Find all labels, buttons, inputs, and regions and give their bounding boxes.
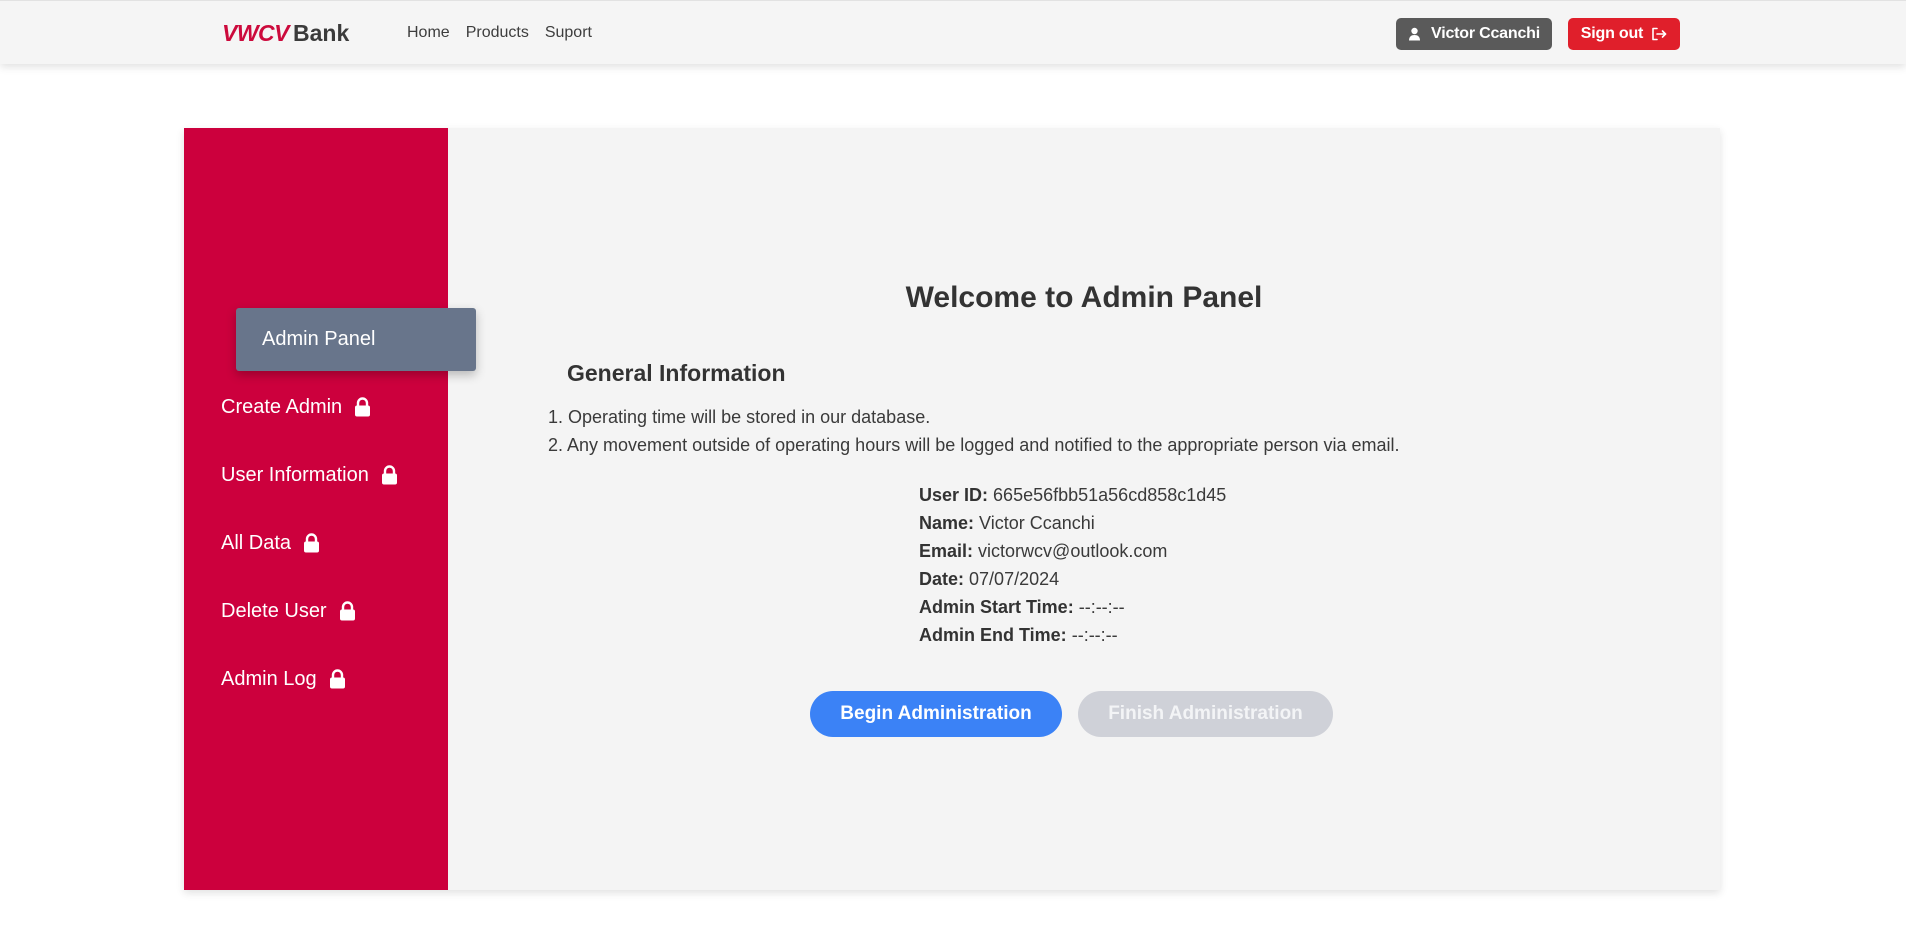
sign-out-button[interactable]: Sign out <box>1568 18 1680 50</box>
admin-panel-card: Admin Panel Create Admin User Informatio… <box>184 128 1720 890</box>
detail-row-email: Email: victorwcv@outlook.com <box>919 537 1226 565</box>
detail-value: 07/07/2024 <box>969 569 1060 589</box>
sidebar-item-label: All Data <box>221 531 292 554</box>
detail-row-admin-end-time: Admin End Time: --:--:-- <box>919 621 1226 649</box>
lock-icon <box>329 669 346 689</box>
detail-row-user-id: User ID: 665e56fbb51a56cd858c1d45 <box>919 481 1226 509</box>
user-profile-button[interactable]: Victor Ccanchi <box>1396 18 1552 50</box>
nav-link-suport[interactable]: Suport <box>545 23 592 43</box>
finish-administration-button: Finish Administration <box>1078 691 1333 737</box>
sidebar-item-user-information[interactable]: User Information <box>221 460 398 490</box>
begin-administration-button[interactable]: Begin Administration <box>810 691 1062 737</box>
detail-label: User ID: <box>919 485 989 505</box>
brand-mark: VWCV <box>222 20 290 46</box>
sidebar-item-label: Admin Log <box>221 667 317 690</box>
page-title: Welcome to Admin Panel <box>905 281 1263 314</box>
detail-row-name: Name: Victor Ccanchi <box>919 509 1226 537</box>
user-icon <box>1408 27 1421 41</box>
nav-links: Home Products Suport <box>407 23 592 43</box>
sidebar-item-label: Create Admin <box>221 395 343 418</box>
detail-value: --:--:-- <box>1078 597 1125 617</box>
top-navbar: VWCV Bank Home Products Suport Victor Cca… <box>0 0 1906 64</box>
sidebar-item-admin-log[interactable]: Admin Log <box>221 664 346 694</box>
sidebar: Admin Panel Create Admin User Informatio… <box>184 128 476 890</box>
detail-row-admin-start-time: Admin Start Time: --:--:-- <box>919 593 1226 621</box>
nav-link-home[interactable]: Home <box>407 23 450 43</box>
detail-value: victorwcv@outlook.com <box>978 541 1168 561</box>
section-title: General Information <box>567 360 786 386</box>
brand-logo[interactable]: VWCV Bank <box>222 19 349 47</box>
lock-icon <box>381 465 398 485</box>
sign-out-label: Sign out <box>1580 25 1644 42</box>
detail-row-date: Date: 07/07/2024 <box>919 565 1226 593</box>
lock-icon <box>354 397 371 417</box>
sidebar-item-admin-panel[interactable]: Admin Panel <box>236 308 476 371</box>
detail-label: Email: <box>919 541 974 561</box>
user-details: User ID: 665e56fbb51a56cd858c1d45 Name: … <box>919 481 1226 649</box>
detail-value: --:--:-- <box>1071 625 1118 645</box>
detail-label: Admin Start Time: <box>919 597 1074 617</box>
main-content: Welcome to Admin Panel General Informati… <box>448 128 1720 890</box>
detail-value: 665e56fbb51a56cd858c1d45 <box>993 485 1227 505</box>
user-name: Victor Ccanchi <box>1431 25 1540 42</box>
detail-value: Victor Ccanchi <box>979 513 1095 533</box>
brand-word: Bank <box>293 20 350 46</box>
list-item: 2. Any movement outside of operating hou… <box>548 435 1400 455</box>
lock-icon <box>339 601 356 621</box>
detail-label: Name: <box>919 513 975 533</box>
nav-link-products[interactable]: Products <box>466 23 529 43</box>
detail-label: Admin End Time: <box>919 625 1067 645</box>
general-info-list: 1. Operating time will be stored in our … <box>548 403 1400 459</box>
sidebar-item-label: Delete User <box>221 599 327 622</box>
sidebar-item-create-admin[interactable]: Create Admin <box>221 392 371 422</box>
lock-icon <box>303 533 320 553</box>
sidebar-item-all-data[interactable]: All Data <box>221 528 320 558</box>
detail-label: Date: <box>919 569 965 589</box>
sidebar-item-delete-user[interactable]: Delete User <box>221 596 356 626</box>
sidebar-item-label: User Information <box>221 463 369 486</box>
sign-out-icon <box>1651 27 1667 41</box>
list-item: 1. Operating time will be stored in our … <box>548 407 931 427</box>
